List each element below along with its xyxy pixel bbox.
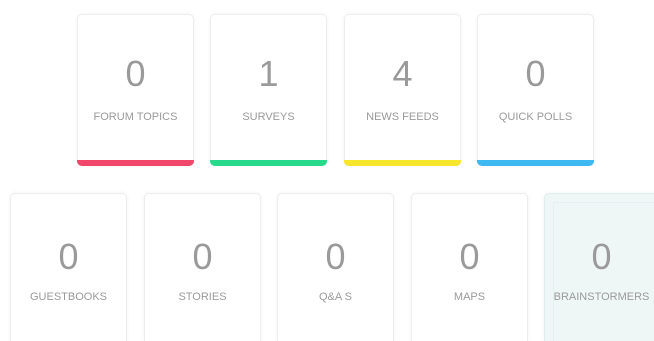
surveys-card[interactable]: 1 SURVEYS [210,14,327,166]
stories-label: STORIES [178,291,227,303]
forum-topics-label: FORUM TOPICS [93,111,178,123]
guestbooks-card[interactable]: 0 GUESTBOOKS [10,193,127,341]
surveys-label: SURVEYS [242,111,295,123]
news-feeds-count: 4 [392,53,413,94]
brainstormers-count: 0 [591,236,612,277]
quick-polls-accent-bar [477,160,594,166]
stories-card[interactable]: 0 STORIES [144,193,261,341]
maps-card[interactable]: 0 MAPS [411,193,528,341]
surveys-count: 1 [258,53,279,94]
forum-topics-accent-bar [77,160,194,166]
quick-polls-label: QUICK POLLS [498,111,573,123]
maps-label: MAPS [453,291,486,303]
news-feeds-label: NEWS FEEDS [366,111,439,123]
maps-count: 0 [459,236,480,277]
surveys-accent-bar [210,160,327,166]
brainstormers-card[interactable]: 0 BRAINSTORMERS [544,193,654,341]
brainstormers-label: BRAINSTORMERS [553,291,650,303]
news-feeds-accent-bar [344,160,461,166]
qa-label: Q&A S [318,291,353,303]
quick-polls-card[interactable]: 0 QUICK POLLS [477,14,594,166]
forum-topics-card[interactable]: 0 FORUM TOPICS [77,14,194,166]
qa-card[interactable]: 0 Q&A S [277,193,394,341]
qa-count: 0 [325,236,346,277]
stories-count: 0 [192,236,213,277]
guestbooks-count: 0 [58,236,79,277]
quick-polls-count: 0 [525,53,546,94]
forum-topics-count: 0 [125,53,146,94]
news-feeds-card[interactable]: 4 NEWS FEEDS [344,14,461,166]
guestbooks-label: GUESTBOOKS [29,291,108,303]
